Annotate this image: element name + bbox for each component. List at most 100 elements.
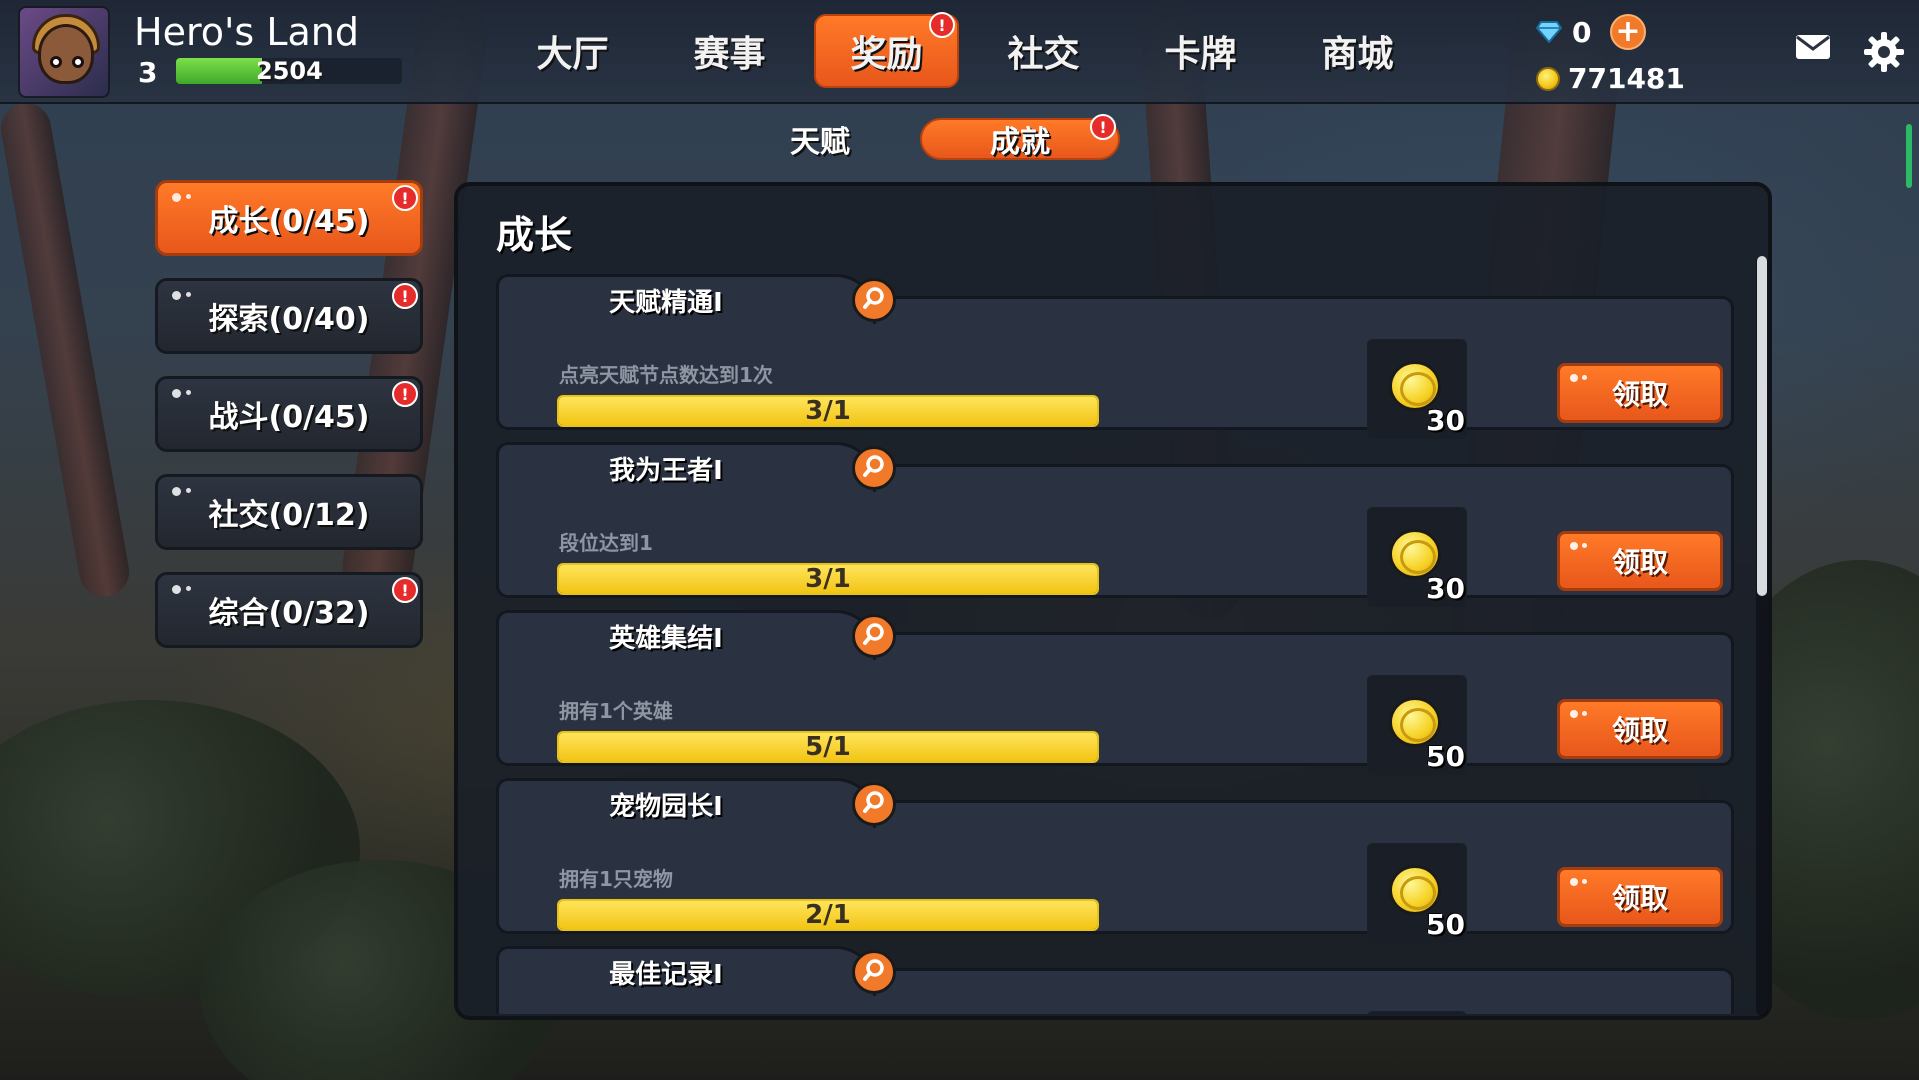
gear-icon[interactable] [1862,30,1906,74]
claim-button-label: 领取 [1611,714,1668,747]
alert-badge-icon: ! [392,577,418,603]
achievement-name: 我为王者Ⅰ [496,442,876,492]
alert-badge-icon: ! [392,185,418,211]
tab-achievement-label: 成就 [990,125,1050,160]
progress-text: 3/1 [805,564,851,594]
nav-social-label: 社交 [1007,34,1080,75]
reward-slot: 30 [1367,339,1467,439]
game-title: Hero's Land [134,10,359,54]
nav-shop[interactable]: 商城 [1285,14,1430,88]
panel-title: 成长 [496,213,573,257]
alert-badge-icon: ! [392,283,418,309]
tab-talent[interactable]: 天赋 [720,118,920,160]
claim-button[interactable]: 领取 [1557,699,1723,759]
mail-icon[interactable] [1795,34,1831,60]
player-avatar[interactable] [18,6,110,98]
achievement-card: 拥有1个英雄 5/1 50 领取 英雄集结Ⅰ [496,610,1734,778]
alert-badge-icon: ! [1090,114,1116,140]
reward-amount: 30 [1426,572,1465,605]
reward-slot: 30 [1367,507,1467,607]
achievement-progress-bar: 3/1 [557,395,1099,427]
achievement-desc: 拥有1只宠物 [559,867,673,891]
category-social[interactable]: 社交(0/12) [155,474,423,550]
sub-tabs: 天赋 成就 ! [720,114,1120,160]
magnifier-icon[interactable] [852,278,896,322]
reward-amount: 30 [1426,404,1465,437]
magnifier-icon[interactable] [852,782,896,826]
progress-text: 5/1 [805,732,851,762]
achievement-panel: 成长 点亮天赋节点数达到1次 3/1 30 领取 天赋精通Ⅰ 段位达到1 3/1… [454,182,1772,1020]
claim-button[interactable]: 领取 [1557,531,1723,591]
achievement-name-label: 最佳记录Ⅰ [609,960,723,990]
nav-cards[interactable]: 卡牌 [1128,14,1273,88]
gem-count: 0 [1572,15,1592,49]
achievement-progress-bar: 2/1 [557,899,1099,931]
achievement-card: 段位达到1 3/1 30 领取 我为王者Ⅰ [496,442,1734,610]
achievement-card: 拥有1只宠物 2/1 50 领取 宠物园长Ⅰ [496,778,1734,946]
achievement-card: 点亮天赋节点数达到1次 3/1 30 领取 天赋精通Ⅰ [496,274,1734,442]
nav-rewards-label: 奖励 [850,34,923,75]
achievement-desc: 拥有1个英雄 [559,699,673,723]
achievement-name-label: 我为王者Ⅰ [609,456,723,486]
achievement-name: 天赋精通Ⅰ [496,274,876,324]
top-bar: Hero's Land 3 2504 大厅 赛事 奖励 ! 社交 卡牌 商城 0… [0,0,1919,104]
achievement-desc: 段位达到1 [559,531,653,555]
currency-display: 0 + 771481 [1536,14,1685,95]
diamond-icon [1536,21,1562,43]
category-explore[interactable]: 探索(0/40) ! [155,278,423,354]
achievement-name-label: 英雄集结Ⅰ [609,624,723,654]
category-label: 战斗(0/45) [208,400,370,435]
tab-achievement[interactable]: 成就 ! [920,114,1120,160]
achievement-name-label: 天赋精通Ⅰ [609,288,723,318]
magnifier-icon[interactable] [852,950,896,994]
reward-slot: 50 [1367,675,1467,775]
claim-button[interactable]: 领取 [1557,867,1723,927]
magnifier-icon[interactable] [852,614,896,658]
category-general[interactable]: 综合(0/32) ! [155,572,423,648]
achievement-list[interactable]: 点亮天赋节点数达到1次 3/1 30 领取 天赋精通Ⅰ 段位达到1 3/1 30… [496,274,1734,1014]
xp-bar: 2504 [176,58,402,84]
category-list: 成长(0/45) ! 探索(0/40) ! 战斗(0/45) ! 社交(0/12… [155,180,423,670]
add-currency-button[interactable]: + [1610,14,1646,50]
xp-bar-fill [176,58,262,84]
main-nav: 大厅 赛事 奖励 ! 社交 卡牌 商城 [500,12,1442,88]
alert-badge-icon: ! [392,381,418,407]
achievement-desc: 点亮天赋节点数达到1次 [559,363,773,387]
category-label: 探索(0/40) [208,302,370,337]
category-battle[interactable]: 战斗(0/45) ! [155,376,423,452]
tab-talent-label: 天赋 [790,125,850,160]
coin-count: 771481 [1568,62,1685,95]
nav-rewards[interactable]: 奖励 ! [814,12,959,88]
claim-button[interactable]: 领取 [1557,363,1723,423]
magnifier-icon[interactable] [852,446,896,490]
nav-social[interactable]: 社交 [971,14,1116,88]
category-label: 社交(0/12) [208,498,370,533]
claim-button-label: 领取 [1611,546,1668,579]
nav-lobby-label: 大厅 [536,34,609,75]
reward-slot [1367,1011,1467,1014]
nav-events[interactable]: 赛事 [657,14,802,88]
reward-amount: 50 [1426,740,1465,773]
reward-slot: 50 [1367,843,1467,943]
achievement-progress-bar: 3/1 [557,563,1099,595]
achievement-card: 最佳记录Ⅰ [496,946,1734,1014]
achievement-name: 最佳记录Ⅰ [496,946,876,996]
category-label: 成长(0/45) [208,204,370,239]
category-growth[interactable]: 成长(0/45) ! [155,180,423,256]
claim-button-label: 领取 [1611,882,1668,915]
category-label: 综合(0/32) [208,596,370,631]
side-indicator [1906,124,1912,188]
achievement-name: 英雄集结Ⅰ [496,610,876,660]
nav-shop-label: 商城 [1321,34,1394,75]
progress-text: 2/1 [805,900,851,930]
achievement-name-label: 宠物园长Ⅰ [609,792,723,822]
achievement-progress-bar: 5/1 [557,731,1099,763]
scrollbar-thumb[interactable] [1757,256,1767,596]
scrollbar[interactable] [1756,256,1768,1016]
nav-lobby[interactable]: 大厅 [500,14,645,88]
claim-button-label: 领取 [1611,378,1668,411]
progress-text: 3/1 [805,396,851,426]
nav-cards-label: 卡牌 [1164,34,1237,75]
alert-badge-icon: ! [929,12,955,38]
nav-events-label: 赛事 [693,34,766,75]
